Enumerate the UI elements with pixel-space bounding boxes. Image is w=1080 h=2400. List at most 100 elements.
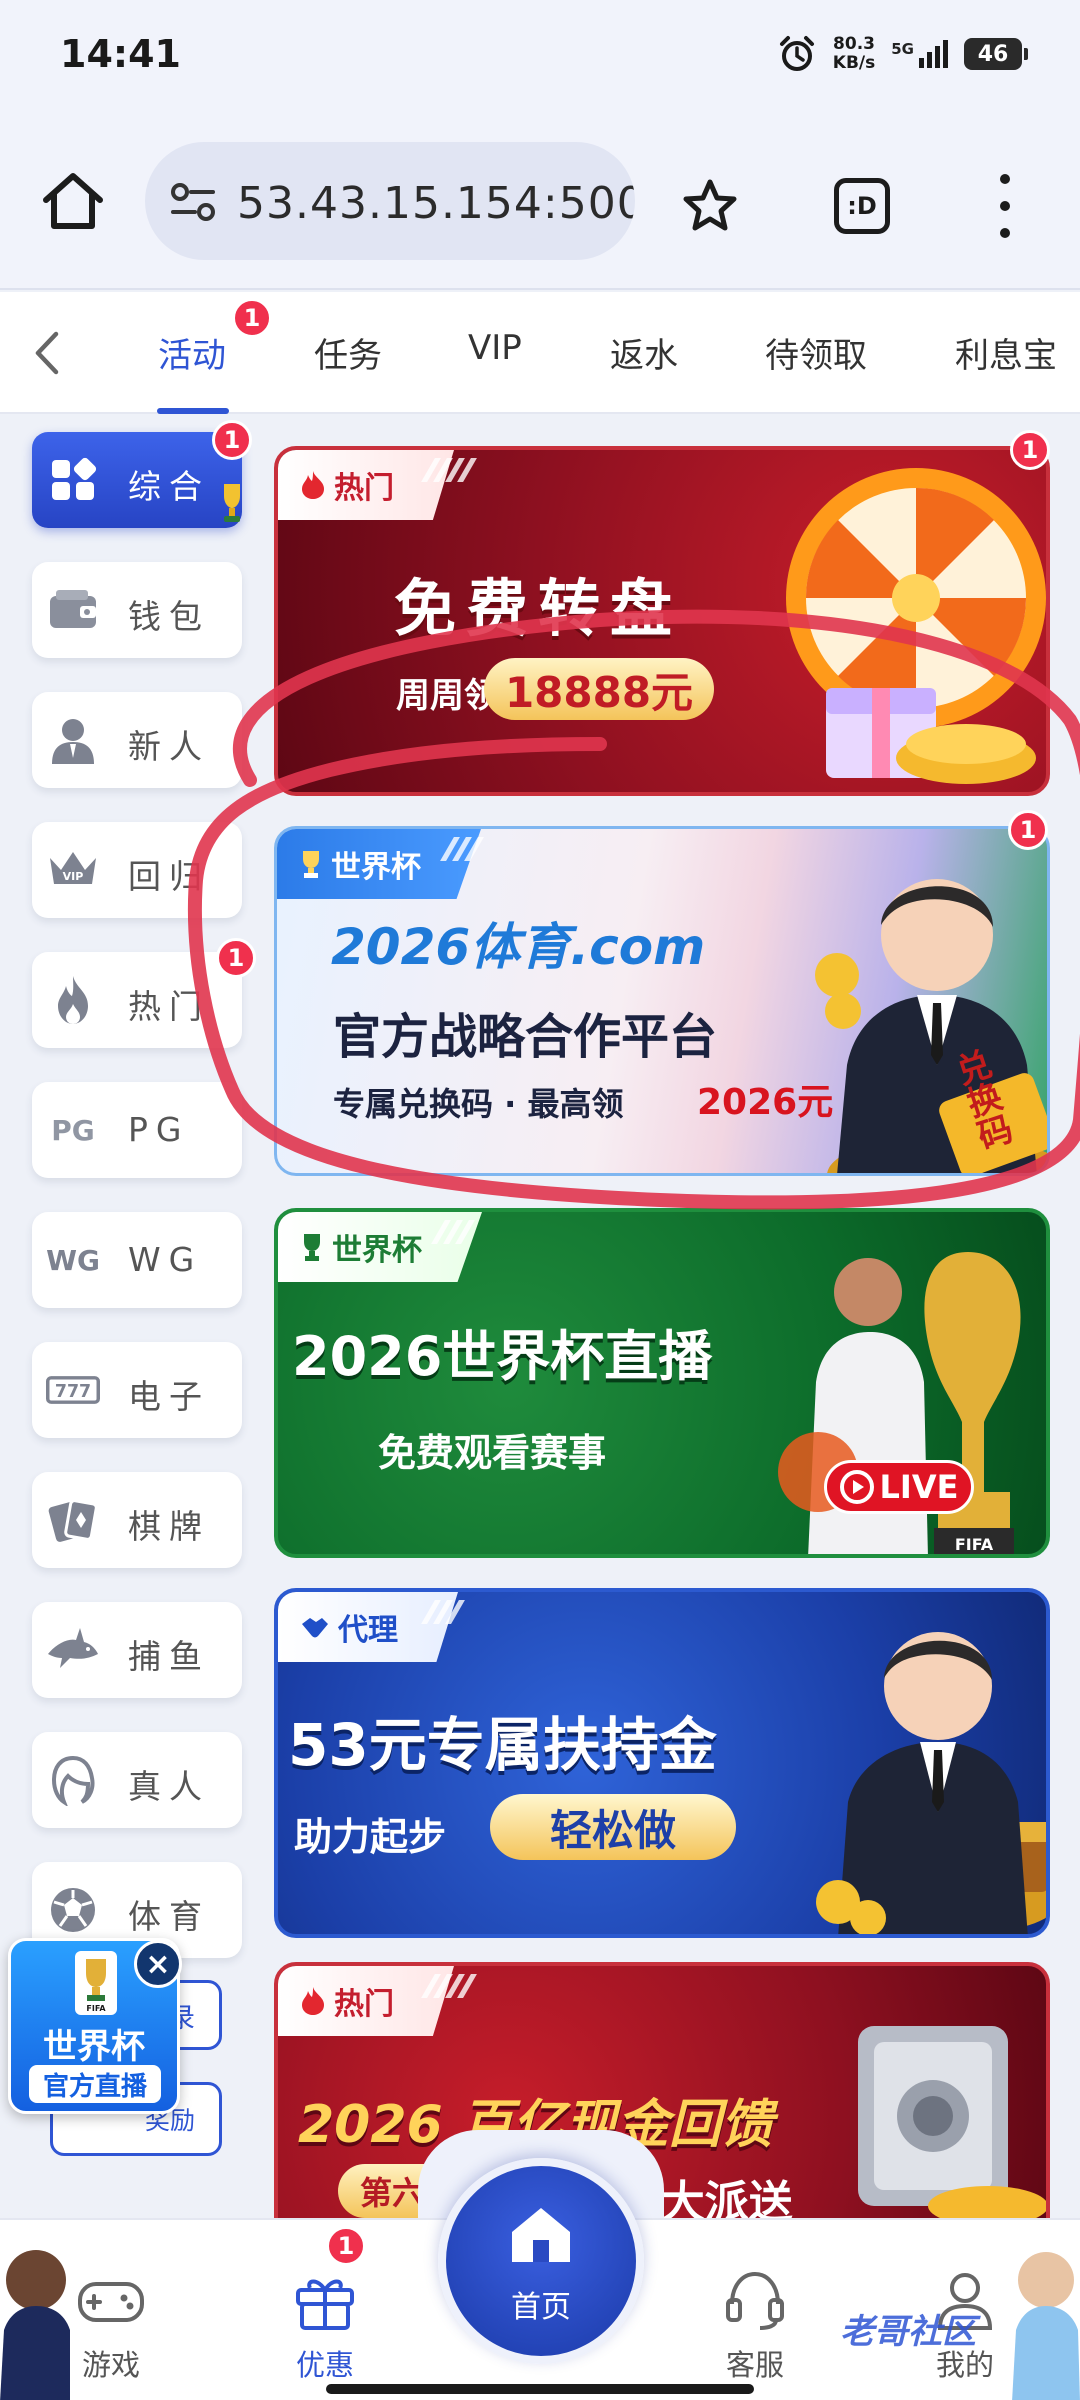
trophy-icon: FIFA: [75, 1951, 117, 2015]
floating-ad-title: 世界杯: [43, 2027, 145, 2067]
nav-label: 首页: [511, 2290, 571, 2325]
nav-games[interactable]: 游戏: [46, 2268, 176, 2384]
sidebar-item-general[interactable]: 综合: [32, 432, 242, 528]
banner-subtitle: 专属兑换码 · 最高领: [333, 1085, 624, 1123]
sidebar-item-newbie[interactable]: 新人: [32, 692, 242, 788]
banner-amount: 18888元: [484, 658, 714, 720]
sidebar-item-electronic[interactable]: 777 电子: [32, 1342, 242, 1438]
battery-icon: 46: [964, 38, 1028, 70]
wg-logo-icon: WG: [46, 1244, 100, 1277]
net-speed-unit: KB/s: [832, 53, 876, 73]
shark-icon: [48, 1628, 98, 1668]
url-bar[interactable]: 53.43.15.154:5001: [145, 142, 635, 260]
svg-text:FIFA: FIFA: [955, 1535, 994, 1554]
activity-tab-bar: 活动 1 任务 VIP 返水 待领取 利息宝: [0, 292, 1080, 414]
banner-subtitle: 免费观看赛事: [378, 1431, 607, 1475]
site-settings-icon[interactable]: [169, 180, 217, 224]
sidebar-item-pg[interactable]: PG PG: [32, 1082, 242, 1178]
wallet-icon: [50, 590, 96, 628]
banner-free-wheel-badge: 1: [1010, 430, 1050, 470]
tab-interest[interactable]: 利息宝: [955, 328, 1057, 377]
sidebar-item-live[interactable]: 真人: [32, 1732, 242, 1828]
banner-title: 官方战略合作平台: [333, 1009, 718, 1065]
banner-tag-label: 代理: [338, 1613, 398, 1648]
sidebar-item-chess-cards[interactable]: 棋牌: [32, 1472, 242, 1568]
sidebar-item-label: 真人: [128, 1767, 210, 1806]
soccer-ball-icon: [51, 1888, 95, 1932]
play-icon: [839, 1470, 874, 1504]
sidebar-item-wg[interactable]: WG WG: [32, 1212, 242, 1308]
sidebar-item-hot[interactable]: 热门: [32, 952, 242, 1048]
sidebar-item-label: 电子: [128, 1377, 210, 1416]
gift-icon: [296, 2279, 354, 2330]
tab-tasks[interactable]: 任务: [314, 328, 382, 377]
banner-subtitle: 周周领: [396, 676, 498, 716]
businessman-illustration: [816, 1632, 1046, 1934]
vip-crown-icon: VIP: [50, 852, 96, 884]
flame-icon: [302, 471, 324, 499]
headset-icon: [726, 2271, 784, 2330]
status-indicators: 80.3 KB/s 5G 46: [777, 34, 1028, 74]
sidebar-item-label: 钱包: [128, 597, 210, 636]
banner-tag-label: 热门: [334, 1987, 394, 2022]
banner-cta-button[interactable]: 轻松做: [490, 1794, 736, 1860]
tab-activity[interactable]: 活动: [158, 328, 226, 377]
tag-stripes: [440, 837, 484, 861]
sidebar-item-return[interactable]: VIP 回归: [32, 822, 242, 918]
sidebar-item-label: 棋牌: [128, 1507, 210, 1546]
close-icon[interactable]: ×: [134, 1940, 182, 1988]
sidebar-item-wallet[interactable]: 钱包: [32, 562, 242, 658]
banner-tag-label: 世界杯: [332, 1233, 422, 1268]
tab-vip[interactable]: VIP: [468, 328, 522, 368]
net-speed-value: 80.3: [833, 34, 875, 54]
back-arrow-icon[interactable]: [24, 324, 72, 382]
woman-icon: [51, 1755, 95, 1806]
trophy-icon: [224, 484, 240, 522]
player-avatar-right: [1012, 2252, 1080, 2400]
tabs-button[interactable]: :D: [834, 178, 890, 234]
tag-stripes: [421, 1974, 477, 1998]
nav-offers[interactable]: 优惠: [260, 2268, 390, 2384]
home-indicator[interactable]: [326, 2384, 754, 2394]
watermark-logo: 老哥社区: [840, 2312, 976, 2352]
sidebar-item-label: 综合: [128, 467, 210, 506]
person-icon: [52, 719, 94, 764]
banner-tag-label: 热门: [334, 471, 394, 506]
cards-icon: [48, 1499, 98, 1542]
floating-ad-subtitle: 官方直播: [29, 2065, 161, 2103]
svg-text:FIFA: FIFA: [86, 2004, 106, 2013]
status-bar: 14:41 80.3 KB/s 5G 46: [0, 0, 1080, 112]
browser-toolbar: 53.43.15.154:5001 :D: [0, 112, 1080, 290]
gamepad-icon: [78, 2282, 144, 2322]
banner-worldcup-live[interactable]: 世界杯 2026世界杯直播 免费观看赛事 FIFA LIVE: [274, 1208, 1050, 1558]
banner-tag-label: 世界杯: [331, 850, 421, 885]
tag-stripes: [421, 1600, 465, 1624]
browser-home-icon[interactable]: [38, 166, 108, 236]
banner-sports-partner-badge: 1: [1008, 810, 1048, 850]
net-speed: 80.3 KB/s: [833, 35, 875, 73]
sidebar-item-fishing[interactable]: 捕鱼: [32, 1602, 242, 1698]
tag-stripes: [421, 458, 477, 482]
browser-menu-icon[interactable]: [990, 174, 1020, 238]
tab-to-claim[interactable]: 待领取: [765, 328, 867, 377]
handshake-icon: [302, 1618, 328, 1638]
bookmark-star-icon[interactable]: [680, 176, 740, 236]
prize-wheel-icon: [786, 468, 1046, 784]
flame-icon: [302, 1987, 324, 2015]
tab-rebate[interactable]: 返水: [610, 328, 678, 377]
svg-text:PG: PG: [51, 1114, 95, 1147]
nav-service[interactable]: 客服: [690, 2268, 820, 2384]
banner-sports-partner[interactable]: 世界杯 2026体育.com 官方战略合作平台 专属兑换码 · 最高领 2026…: [274, 826, 1050, 1176]
nav-home[interactable]: 首页: [438, 2158, 644, 2364]
sidebar-item-label: 体育: [128, 1897, 210, 1936]
sidebar-item-label: 热门: [128, 987, 210, 1026]
live-label: LIVE: [879, 1468, 959, 1506]
tag-stripes: [431, 1220, 475, 1244]
sidebar-item-label: PG: [128, 1110, 190, 1149]
banner-free-wheel[interactable]: 热门 免费转盘 周周领 18888元: [274, 446, 1050, 796]
nav-offers-badge: 1: [326, 2226, 366, 2266]
banner-agent-subsidy[interactable]: 代理 53元专属扶持金 助力起步 轻松做: [274, 1588, 1050, 1938]
sidebar-item-label: 回归: [128, 857, 210, 896]
url-text[interactable]: 53.43.15.154:5001: [237, 178, 635, 229]
trophy-icon: [304, 1234, 320, 1261]
